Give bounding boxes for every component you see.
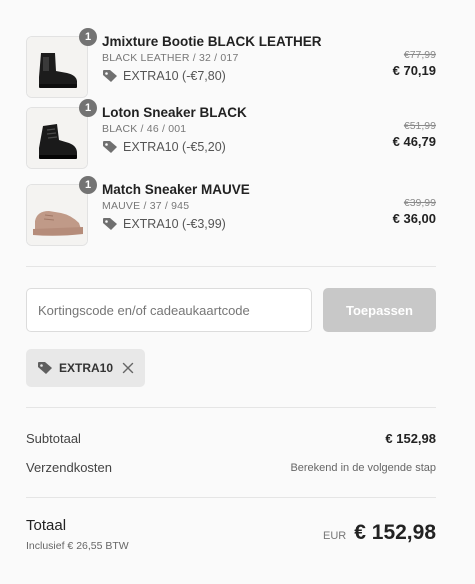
black-high-sneaker-icon bbox=[27, 108, 87, 168]
total-value: € 152,98 bbox=[354, 521, 436, 544]
product-variant: BLACK / 46 / 001 bbox=[102, 123, 187, 135]
discount-tag-icon bbox=[102, 217, 118, 231]
item-discount-text: EXTRA10 (-€3,99) bbox=[123, 217, 226, 231]
discount-tag-icon bbox=[37, 361, 53, 375]
item-discount: EXTRA10 (-€5,20) bbox=[102, 140, 247, 154]
quantity-badge: 1 bbox=[79, 99, 97, 117]
item-price: € 36,00 bbox=[392, 211, 436, 226]
product-image-bootie bbox=[26, 36, 88, 98]
divider bbox=[26, 497, 436, 498]
subtotal-value: € 152,98 bbox=[385, 431, 436, 446]
applied-code-label: EXTRA10 bbox=[59, 361, 114, 375]
original-price: €39,99 bbox=[403, 197, 436, 209]
remove-code-close-icon[interactable] bbox=[122, 362, 134, 374]
shipping-value: Berekend in de volgende stap bbox=[290, 462, 436, 474]
product-image-match bbox=[26, 184, 88, 246]
quantity-badge: 1 bbox=[79, 176, 97, 194]
discount-code-input[interactable] bbox=[26, 288, 312, 332]
cart-item: 1 Loton Sneaker BLACK BLACK / 46 / 001 E… bbox=[26, 99, 436, 169]
cart-item: 1 Match Sneaker MAUVE MAUVE / 37 / 945 E… bbox=[26, 176, 436, 246]
subtotal-label: Subtotaal bbox=[26, 431, 81, 446]
applied-discount-chip: EXTRA10 bbox=[26, 349, 145, 387]
item-discount: EXTRA10 (-€3,99) bbox=[102, 217, 250, 231]
original-price: €77,99 bbox=[403, 49, 436, 61]
divider bbox=[26, 407, 436, 408]
cart-item: 1 Jmixture Bootie BLACK LEATHER BLACK LE… bbox=[26, 28, 436, 98]
tax-note: Inclusief € 26,55 BTW bbox=[26, 540, 129, 552]
item-discount: EXTRA10 (-€7,80) bbox=[102, 69, 322, 83]
total-label: Totaal bbox=[26, 517, 67, 534]
item-price: € 46,79 bbox=[392, 134, 436, 149]
item-price: € 70,19 bbox=[392, 63, 436, 78]
product-image-loton bbox=[26, 107, 88, 169]
mauve-chunky-sneaker-icon bbox=[27, 185, 87, 245]
item-discount-text: EXTRA10 (-€7,80) bbox=[123, 69, 226, 83]
discount-tag-icon bbox=[102, 69, 118, 83]
product-variant: MAUVE / 37 / 945 bbox=[102, 200, 190, 212]
discount-tag-icon bbox=[102, 140, 118, 154]
shipping-label: Verzendkosten bbox=[26, 460, 113, 475]
black-chelsea-boot-icon bbox=[27, 37, 87, 97]
quantity-badge: 1 bbox=[79, 28, 97, 46]
original-price: €51,99 bbox=[403, 120, 436, 132]
apply-code-button[interactable]: Toepassen bbox=[323, 288, 436, 332]
item-discount-text: EXTRA10 (-€5,20) bbox=[123, 140, 226, 154]
product-variant: BLACK LEATHER / 32 / 017 bbox=[102, 52, 239, 64]
currency-code: EUR bbox=[323, 530, 347, 542]
product-name: Loton Sneaker BLACK bbox=[102, 105, 247, 120]
product-name: Jmixture Bootie BLACK LEATHER bbox=[102, 34, 322, 49]
product-name: Match Sneaker MAUVE bbox=[102, 182, 250, 197]
divider bbox=[26, 266, 436, 267]
total-amount: EUR € 152,98 bbox=[323, 521, 436, 545]
